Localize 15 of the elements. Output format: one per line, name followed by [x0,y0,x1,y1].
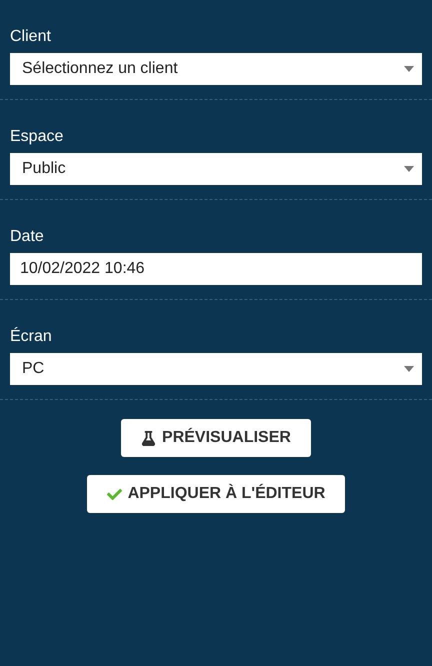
field-label: Écran [10,327,52,347]
dropdown[interactable]: PC [10,353,422,385]
field-label: Client [10,27,51,47]
field-label: Date [10,227,44,247]
flask-icon [141,430,156,446]
caret-icon [404,366,414,372]
caret-icon [404,166,414,172]
date-field[interactable]: 10/02/2022 10:46 [10,253,422,285]
preview-button[interactable]: PRÉVISUALISER [121,419,311,457]
dropdown[interactable]: Public [10,153,422,185]
caret-icon [404,66,414,72]
dropdown[interactable]: Sélectionnez un client [10,53,422,85]
check-icon [106,486,122,502]
field-label: Espace [10,127,64,147]
apply-button[interactable]: APPLIQUER À L'ÉDITEUR [86,475,346,513]
